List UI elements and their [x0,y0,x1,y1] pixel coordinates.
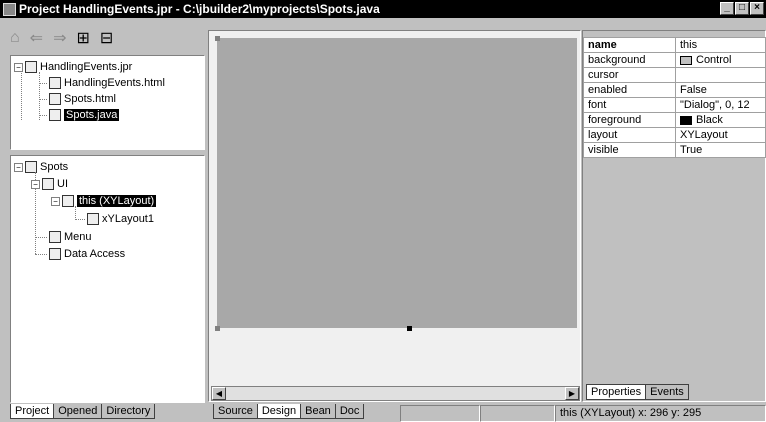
back-arrow-icon[interactable]: ⇐ [30,28,43,48]
resize-handle[interactable] [215,36,220,41]
project-toolbar: ⌂ ⇐ ⇒ ⊞ ⊟ [10,26,113,50]
property-table: name this background Control cursor enab… [583,37,766,158]
tab-opened[interactable]: Opened [53,404,103,419]
project-pane: − HandlingEvents.jpr HandlingEvents.html… [10,55,205,150]
tab-project[interactable]: Project [10,404,55,419]
color-swatch-icon [680,115,692,125]
property-value[interactable]: Control [675,52,766,68]
tree-node-file[interactable]: HandlingEvents.html [49,75,165,91]
tab-design[interactable]: Design [256,404,302,419]
window-controls: _ □ × [720,2,764,15]
color-swatch-icon [680,55,692,65]
project-name: HandlingEvents.jpr [40,61,133,73]
status-bar-text: this (XYLayout) x: 296 y: 295 [555,405,766,422]
tab-source[interactable]: Source [213,404,258,419]
file-label: Spots.html [64,93,116,105]
scroll-right-button[interactable]: ▶ [565,387,579,400]
property-value[interactable]: "Dialog", 0, 12 [675,97,766,113]
tree-node-file-selected[interactable]: Spots.java [49,107,120,123]
window-title: Project HandlingEvents.jpr - C:\jbuilder… [19,2,380,16]
java-file-icon [49,109,61,121]
property-name: visible [583,142,676,158]
tree-node-file[interactable]: Spots.html [49,91,116,107]
menu-label: Menu [64,231,92,243]
tab-bean[interactable]: Bean [300,404,336,419]
home-icon[interactable]: ⌂ [10,29,20,47]
status-cell [400,405,480,422]
file-label: Spots.java [64,109,120,121]
horizontal-scrollbar[interactable]: ◀ ▶ [211,386,580,401]
property-name: background [583,52,676,68]
tab-doc[interactable]: Doc [334,404,365,419]
html-file-icon [49,93,61,105]
property-name: enabled [583,82,676,98]
folder-icon [42,178,54,190]
status-cell [480,405,555,422]
property-name: foreground [583,112,676,128]
collapse-toggle[interactable]: − [31,179,40,189]
add-file-icon[interactable]: ⊞ [76,28,89,48]
property-value-text: Control [696,54,732,66]
property-value[interactable]: False [675,82,766,98]
name-column-header: name [583,37,676,53]
property-row[interactable]: background Control [583,52,766,68]
property-row[interactable]: foreground Black [583,112,766,128]
property-value[interactable] [675,67,766,83]
property-name: font [583,97,676,113]
collapse-toggle[interactable]: − [51,196,60,206]
maximize-button[interactable]: □ [735,2,749,15]
editor-tabs: Source Design Bean Doc [213,404,365,419]
html-file-icon [49,77,61,89]
ui-label: UI [57,178,68,190]
tree-node-class[interactable]: − Spots [14,159,68,175]
data-access-label: Data Access [64,248,126,260]
property-row[interactable]: enabled False [583,82,766,98]
ui-design-canvas[interactable] [217,38,577,328]
folder-icon [49,248,61,260]
property-name: layout [583,127,676,143]
project-icon [25,61,37,73]
tab-directory[interactable]: Directory [101,404,156,419]
folder-icon [49,231,61,243]
tree-node-menu[interactable]: Menu [49,229,92,245]
property-row[interactable]: layout XYLayout [583,127,766,143]
property-row[interactable]: font "Dialog", 0, 12 [583,97,766,113]
resize-handle[interactable] [215,326,220,331]
property-header-row: name this [583,37,766,53]
property-row[interactable]: visible True [583,142,766,158]
inspector-tabs: Properties Events [586,384,689,400]
minimize-button[interactable]: _ [720,2,734,15]
tree-node-data-access[interactable]: Data Access [49,246,125,262]
remove-file-icon[interactable]: ⊟ [100,28,113,48]
tab-properties[interactable]: Properties [586,384,647,400]
project-tabs: Project Opened Directory [10,404,156,419]
tree-node-layout[interactable]: xYLayout1 [87,211,154,227]
layout-grid-icon [87,213,99,225]
container-icon [62,195,74,207]
layout-label: xYLayout1 [102,213,154,225]
property-value[interactable]: XYLayout [675,127,766,143]
structure-pane: − Spots − UI − this (XYLayout) xYLayout1… [10,155,205,403]
tree-node-project[interactable]: − HandlingEvents.jpr [14,59,132,75]
app-icon [3,2,16,16]
this-label: this (XYLayout) [77,195,157,207]
property-name: cursor [583,67,676,83]
tab-events[interactable]: Events [645,384,689,400]
class-label: Spots [40,161,69,173]
property-value-text: Black [696,114,723,126]
resize-handle[interactable] [407,326,412,331]
collapse-toggle[interactable]: − [14,162,23,172]
value-column-header: this [675,37,766,53]
forward-arrow-icon[interactable]: ⇒ [53,28,66,48]
tree-node-this[interactable]: − this (XYLayout) [51,193,157,209]
property-row[interactable]: cursor [583,67,766,83]
property-value[interactable]: Black [675,112,766,128]
title-bar: Project HandlingEvents.jpr - C:\jbuilder… [0,0,766,18]
scroll-left-button[interactable]: ◀ [212,387,226,400]
tree-node-ui[interactable]: − UI [31,176,68,192]
collapse-toggle[interactable]: − [14,62,23,72]
close-button[interactable]: × [750,2,764,15]
property-value[interactable]: True [675,142,766,158]
file-label: HandlingEvents.html [64,77,165,89]
